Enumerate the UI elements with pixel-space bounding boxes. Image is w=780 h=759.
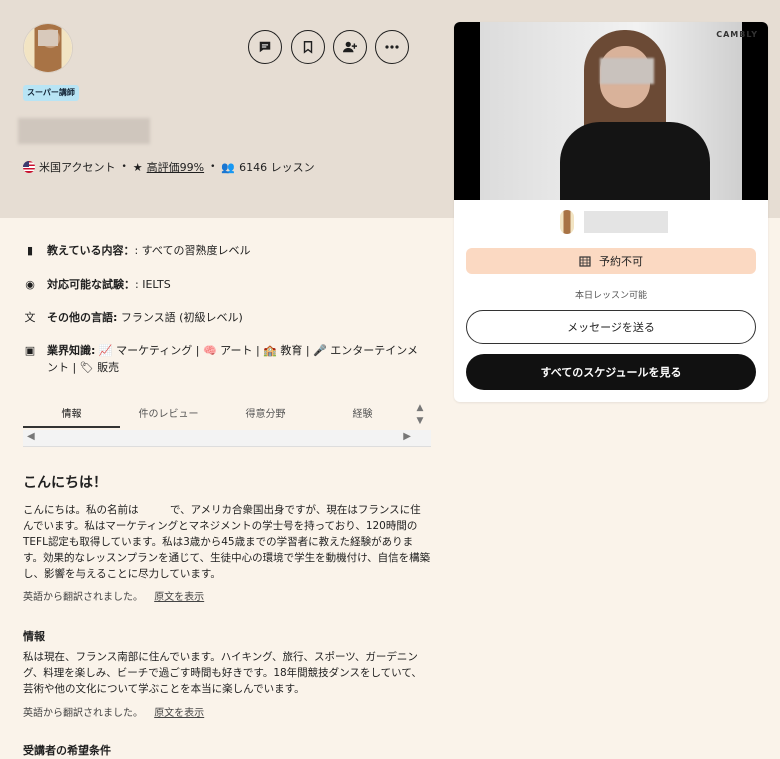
lesson-count: 6146 レッスン xyxy=(239,161,315,174)
languages-label: その他の言語: xyxy=(47,311,118,324)
bar-chart-icon: ▮ xyxy=(26,244,34,257)
avatar-redaction xyxy=(38,30,58,46)
separator-dot: • xyxy=(210,162,216,172)
tag-emoji-icon: 🏷 xyxy=(79,361,94,374)
chart-emoji-icon: 📈 xyxy=(98,344,113,357)
intro-body: こんにちは。私の名前は で、アメリカ合衆国出身ですが、現在はフランスに住んでいま… xyxy=(23,504,431,580)
view-schedule-button[interactable]: すべてのスケジュールを見る xyxy=(466,354,756,390)
message-button[interactable] xyxy=(248,30,282,64)
brain-emoji-icon: 🧠 xyxy=(202,344,217,357)
exams-label: 対応可能な試験： xyxy=(47,278,135,291)
about-body: 私は現在、フランス南部に住んでいます。ハイキング、旅行、スポーツ、ガーデニング、… xyxy=(23,651,422,695)
briefcase-icon: ▣ xyxy=(24,344,36,357)
school-emoji-icon: 🏫 xyxy=(263,344,277,357)
info-teaches: ▮ 教えている内容：: すべての習熟度レベル xyxy=(23,242,250,259)
scroll-left-icon[interactable]: ◀ xyxy=(27,431,35,442)
teaches-value: : すべての習熟度レベル xyxy=(134,244,251,257)
industry-item: アート xyxy=(220,344,253,357)
availability-note: 本日レッスン可能 xyxy=(574,291,647,301)
about-heading: 情報 xyxy=(23,630,45,643)
translated-label: 英語から翻訳されました。 xyxy=(23,592,143,603)
horizontal-scrollbar[interactable]: ◀ ▶ xyxy=(23,430,431,447)
intro-heading: こんにちは！ xyxy=(23,475,107,491)
show-original-link[interactable]: 原文を表示 xyxy=(154,592,204,603)
star-icon: ★ xyxy=(132,160,143,174)
about-translation-note: 英語から翻訳されました。 原文を表示 xyxy=(23,704,204,719)
tab-specialties[interactable]: 得意分野 xyxy=(217,402,314,428)
cambly-watermark: CAMBLY xyxy=(716,30,758,39)
chat-icon xyxy=(259,41,271,53)
video-person-body xyxy=(560,122,710,200)
industry-item: マーケティング xyxy=(116,344,193,357)
info-languages: 文 その他の言語: フランス語 (初級レベル) xyxy=(23,309,243,326)
vertical-scroll-arrows[interactable]: ▲ ▼ xyxy=(413,402,427,430)
microphone-emoji-icon: 🎤 xyxy=(313,344,327,357)
show-original-link[interactable]: 原文を表示 xyxy=(154,708,204,719)
requirements-heading: 受講者の希望条件 xyxy=(23,744,111,757)
info-exams: ◉ 対応可能な試験：: IELTS xyxy=(23,276,171,293)
tab-bar: 情報 件のレビュー 得意分野 経験 xyxy=(23,402,411,428)
booking-card: CAMBLY 予約不可 本日レッスン可能 メッセージを送る すべてのスケジュール… xyxy=(454,22,768,402)
super-tutor-badge: スーパー講師 xyxy=(23,85,79,101)
tutor-meta: 米国アクセント • ★ 高評価99% • 👥 6146 レッスン xyxy=(23,158,315,176)
avatar xyxy=(23,23,73,73)
industry-label: 業界知識: xyxy=(47,344,96,357)
scroll-right-icon[interactable]: ▶ xyxy=(403,431,411,442)
tab-experience[interactable]: 経験 xyxy=(314,402,411,428)
us-flag-icon xyxy=(23,161,35,173)
separator-dot: • xyxy=(121,162,127,172)
accent-label: 米国アクセント xyxy=(39,161,116,174)
mini-avatar xyxy=(560,210,574,234)
send-message-button[interactable]: メッセージを送る xyxy=(466,310,756,344)
languages-value: フランス語 (初級レベル) xyxy=(120,311,243,324)
tab-reviews[interactable]: 件のレビュー xyxy=(120,402,217,428)
translate-icon: 文 xyxy=(24,311,36,324)
unavailable-label: 予約不可 xyxy=(599,255,643,268)
industry-item: 教育 xyxy=(280,344,303,357)
unavailable-button[interactable]: 予約不可 xyxy=(466,248,756,274)
profile-tabs: 情報 件のレビュー 得意分野 経験 ▲ ▼ ◀ ▶ xyxy=(23,402,431,447)
industry-item: 販売 xyxy=(97,361,120,374)
teaches-label: 教えている内容： xyxy=(47,244,135,257)
intro-translation-note: 英語から翻訳されました。 原文を表示 xyxy=(23,588,204,603)
mini-name-redacted xyxy=(584,211,668,233)
bookmark-icon xyxy=(303,41,313,54)
award-icon: ◉ xyxy=(25,278,35,291)
video-face-redaction xyxy=(600,58,654,84)
follow-button[interactable] xyxy=(333,30,367,64)
calendar-icon xyxy=(579,256,591,267)
ellipsis-icon xyxy=(385,45,399,49)
person-add-icon xyxy=(343,41,357,53)
info-industry: ▣ 業界知識: 📈 マーケティング | 🧠 アート | 🏫 教育 | 🎤 エンタ… xyxy=(24,344,418,374)
tab-info[interactable]: 情報 xyxy=(23,402,120,428)
tutor-name-redacted xyxy=(18,118,150,144)
video-frame xyxy=(480,22,742,200)
rating-link[interactable]: 高評価99% xyxy=(147,159,204,175)
bookmark-button[interactable] xyxy=(291,30,325,64)
exams-value: : IELTS xyxy=(135,278,171,291)
people-icon: 👥 xyxy=(221,160,236,174)
translated-label: 英語から翻訳されました。 xyxy=(23,708,143,719)
more-options-button[interactable] xyxy=(375,30,409,64)
intro-video[interactable]: CAMBLY xyxy=(454,22,768,200)
